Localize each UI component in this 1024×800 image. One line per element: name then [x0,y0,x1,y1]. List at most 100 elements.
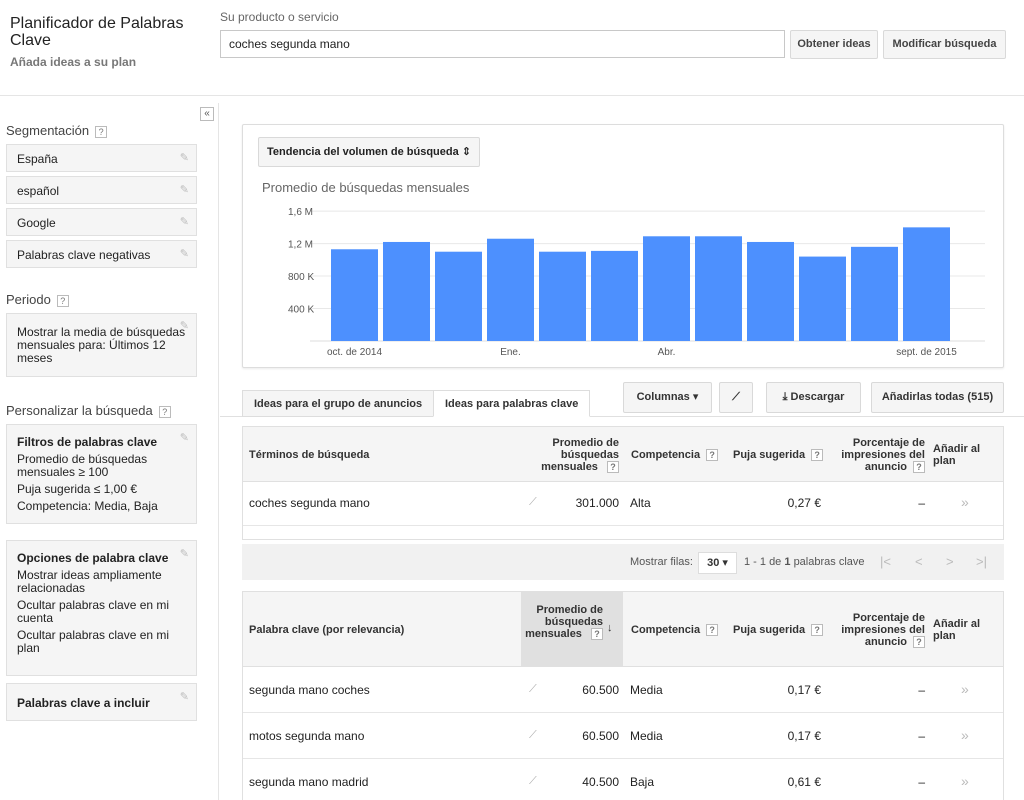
pencil-icon[interactable]: ✎ [180,247,189,260]
bid-cell: 0,27 € [787,496,821,510]
help-icon[interactable]: ? [706,624,719,637]
col-header-bid[interactable]: Puja sugerida? [733,624,824,637]
col-header-add: Añadir al plan [933,443,981,467]
table-row: motos segunda mano ⟋ 60.500 Media 0,17 €… [243,713,1003,759]
chart-bar[interactable] [487,238,534,341]
next-page-icon[interactable]: > [946,554,954,569]
keyword-cell: coches segunda mano [249,496,370,510]
table-row: segunda mano madrid ⟋ 40.500 Baja 0,61 €… [243,759,1003,800]
add-to-plan-icon[interactable]: » [961,773,969,789]
trend-icon[interactable]: ⟋ [529,496,537,509]
col-header-share[interactable]: Porcentaje de impresiones del anuncio? [829,612,925,649]
chart-bar[interactable] [851,246,898,341]
last-page-icon[interactable]: >| [976,554,987,569]
filter-line: Competencia: Media, Baja [17,499,158,513]
col-header-competition[interactable]: Competencia? [631,624,719,637]
help-icon[interactable]: ? [913,461,925,474]
help-icon[interactable]: ? [95,125,108,138]
col-header-avg[interactable]: Promedio de búsquedas mensuales ? [521,437,619,474]
period-box[interactable]: Mostrar la media de búsquedas mensuales … [6,313,197,377]
avg-cell: 301.000 [575,496,619,510]
bid-cell: 0,17 € [787,729,821,743]
add-to-plan-icon[interactable]: » [961,681,969,697]
help-icon[interactable]: ? [158,405,171,418]
add-to-plan-icon[interactable]: » [961,494,969,510]
trend-icon[interactable]: ⟋ [529,683,537,696]
competition-cell: Media [630,683,663,697]
pencil-icon[interactable]: ✎ [180,151,189,164]
targeting-language[interactable]: español ✎ [6,176,197,204]
first-page-icon[interactable]: |< [880,554,891,569]
collapse-sidebar-icon[interactable]: « [200,107,214,121]
period-title: Periodo? [6,292,69,307]
help-icon[interactable]: ? [811,624,824,637]
chart-bar[interactable] [695,236,742,341]
col-header-bid[interactable]: Puja sugerida? [733,449,824,462]
table-row: coches segunda mano ⟋ 301.000 Alta 0,27 … [243,482,1003,526]
keywords-to-include-box[interactable]: Palabras clave a incluir ✎ [6,683,197,721]
columns-button[interactable]: Columnas ▾ [623,382,712,413]
get-ideas-button[interactable]: Obtener ideas [790,30,878,59]
chart-bar[interactable] [799,256,846,341]
chart-bar[interactable] [747,241,794,341]
chart-bar[interactable] [383,241,430,341]
help-icon[interactable]: ? [56,294,69,307]
y-tick-label: 1,6 M [288,207,313,218]
modify-search-button[interactable]: Modificar búsqueda [883,30,1006,59]
col-header-term[interactable]: Términos de búsqueda [249,449,369,461]
col-header-share[interactable]: Porcentaje de impresiones del anuncio? [829,437,925,474]
add-to-plan-icon[interactable]: » [961,727,969,743]
download-button[interactable]: ⤓ Descargar [766,382,861,413]
keyword-options-box[interactable]: Opciones de palabra clave Mostrar ideas … [6,540,197,676]
targeting-negative-keywords[interactable]: Palabras clave negativas ✎ [6,240,197,268]
targeting-location[interactable]: España ✎ [6,144,197,172]
prev-page-icon[interactable]: < [915,554,923,569]
col-header-competition[interactable]: Competencia? [631,449,719,462]
help-icon[interactable]: ? [913,636,925,649]
add-all-button[interactable]: Añadirlas todas (515) [871,382,1004,413]
help-icon[interactable]: ? [811,449,824,462]
pencil-icon[interactable]: ✎ [180,547,189,560]
sort-desc-icon[interactable]: ↓ [607,622,613,634]
chart-title: Promedio de búsquedas mensuales [262,180,470,195]
trend-icon[interactable]: ⟋ [529,729,537,742]
tab-ad-group-ideas[interactable]: Ideas para el grupo de anuncios [242,390,435,417]
x-tick-label: Ene. [500,347,521,358]
help-icon[interactable]: ? [706,449,719,462]
trend-icon[interactable]: ⟋ [529,775,537,788]
col-header-add: Añadir al plan [933,618,981,642]
filter-line: Promedio de búsquedas mensuales ≥ 100 [17,452,148,479]
help-icon[interactable]: ? [591,628,603,641]
col-header-avg[interactable]: Promedio de búsquedas mensuales ? [525,604,603,641]
tab-keyword-ideas[interactable]: Ideas para palabras clave [433,390,591,417]
avg-cell: 60.500 [582,729,619,743]
share-cell: – [918,775,925,789]
help-icon[interactable]: ? [607,461,619,474]
chart-toggle-button[interactable]: ⟋ [719,382,753,413]
app-subtitle: Añada ideas a su plan [10,55,137,69]
pencil-icon[interactable]: ✎ [180,215,189,228]
download-icon: ⤓ [782,391,788,403]
pencil-icon[interactable]: ✎ [180,183,189,196]
chart-bar[interactable] [539,251,586,341]
pencil-icon[interactable]: ✎ [180,320,189,333]
keyword-filters-box[interactable]: Filtros de palabras clave Promedio de bú… [6,424,197,524]
keyword-filters-title: Filtros de palabras clave [17,435,158,449]
targeting-network[interactable]: Google ✎ [6,208,197,236]
rows-select[interactable]: 30 ▾ [698,552,737,574]
pencil-icon[interactable]: ✎ [180,431,189,444]
search-input[interactable] [220,30,785,58]
chart-bar[interactable] [903,227,950,341]
pencil-icon[interactable]: ✎ [180,690,189,703]
keyword-cell: segunda mano madrid [249,775,369,789]
chart-bar[interactable] [643,236,690,341]
chart-bar[interactable] [331,249,378,341]
col-header-keyword[interactable]: Palabra clave (por relevancia) [249,624,404,636]
chart-bar[interactable] [591,250,638,341]
rows-label: Mostrar filas: [630,556,693,568]
chart-metric-select[interactable]: Tendencia del volumen de búsqueda ⇕ [258,137,480,167]
chart-bar[interactable] [435,251,482,341]
targeting-title: Segmentación? [6,123,108,138]
customize-title: Personalizar la búsqueda? [6,403,171,418]
y-tick-label: 800 K [288,272,314,283]
